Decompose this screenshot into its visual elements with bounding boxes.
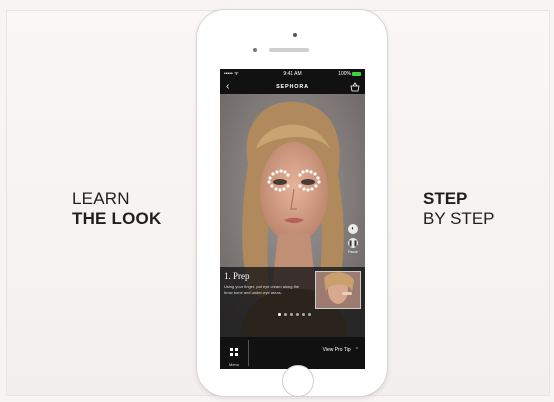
view-pro-tip-label: View Pro Tip bbox=[322, 347, 351, 353]
caption-left-line1: LEARN bbox=[72, 189, 130, 208]
step-dot[interactable] bbox=[284, 313, 287, 316]
battery-percent: 100% bbox=[338, 71, 351, 77]
step-dot[interactable] bbox=[278, 313, 281, 316]
step-dot[interactable] bbox=[302, 313, 305, 316]
pause-icon[interactable]: ❚❚ bbox=[348, 238, 358, 248]
camera-controls: ◐ ❚❚ Pause bbox=[346, 224, 360, 257]
tutorial-thumbnail[interactable] bbox=[315, 271, 361, 309]
step-dot[interactable] bbox=[296, 313, 299, 316]
battery-icon bbox=[352, 72, 361, 76]
phone-device: ••••• ᯤ 9:41 AM 100% ‹ SEPHORA ◐ ❚❚ Paus… bbox=[197, 10, 387, 397]
menu-button[interactable]: Menu bbox=[224, 343, 244, 367]
step-instructions: Using your finger, pat eye cream along t… bbox=[224, 284, 300, 295]
bottom-divider bbox=[248, 340, 249, 366]
step-indicator bbox=[278, 313, 318, 317]
caption-left-line2: THE LOOK bbox=[72, 209, 162, 228]
pro-tip-panel: 1. Prep Using your finger, pat eye cream… bbox=[220, 267, 365, 337]
home-button[interactable] bbox=[282, 365, 314, 397]
step-dot[interactable] bbox=[308, 313, 311, 316]
caption-left: LEARN THE LOOK bbox=[72, 189, 192, 229]
brand-title: SEPHORA bbox=[276, 84, 309, 90]
nav-bar: ‹ SEPHORA bbox=[220, 80, 365, 94]
basket-icon[interactable] bbox=[350, 82, 360, 92]
app-screen: ••••• ᯤ 9:41 AM 100% ‹ SEPHORA ◐ ❚❚ Paus… bbox=[220, 69, 365, 369]
front-sensor bbox=[293, 33, 297, 37]
front-camera bbox=[253, 48, 257, 52]
step-dot[interactable] bbox=[290, 313, 293, 316]
flash-icon[interactable]: ◐ bbox=[348, 224, 358, 234]
bottom-bar: Menu View Pro Tip ⌃ bbox=[220, 337, 365, 369]
menu-label: Menu bbox=[228, 362, 239, 367]
caption-right-line1: STEP bbox=[423, 189, 468, 208]
status-bar: ••••• ᯤ 9:41 AM 100% bbox=[220, 69, 365, 80]
view-pro-tip-button[interactable]: View Pro Tip ⌃ bbox=[323, 347, 359, 353]
grid-icon bbox=[230, 348, 238, 356]
step-title: 1. Prep bbox=[224, 271, 250, 281]
caption-right-line2: BY STEP bbox=[423, 209, 495, 228]
caption-right: STEP BY STEP bbox=[423, 189, 523, 229]
pause-label: Pause bbox=[348, 250, 358, 254]
earpiece-speaker bbox=[269, 48, 309, 52]
chevron-up-icon: ⌃ bbox=[352, 347, 359, 353]
